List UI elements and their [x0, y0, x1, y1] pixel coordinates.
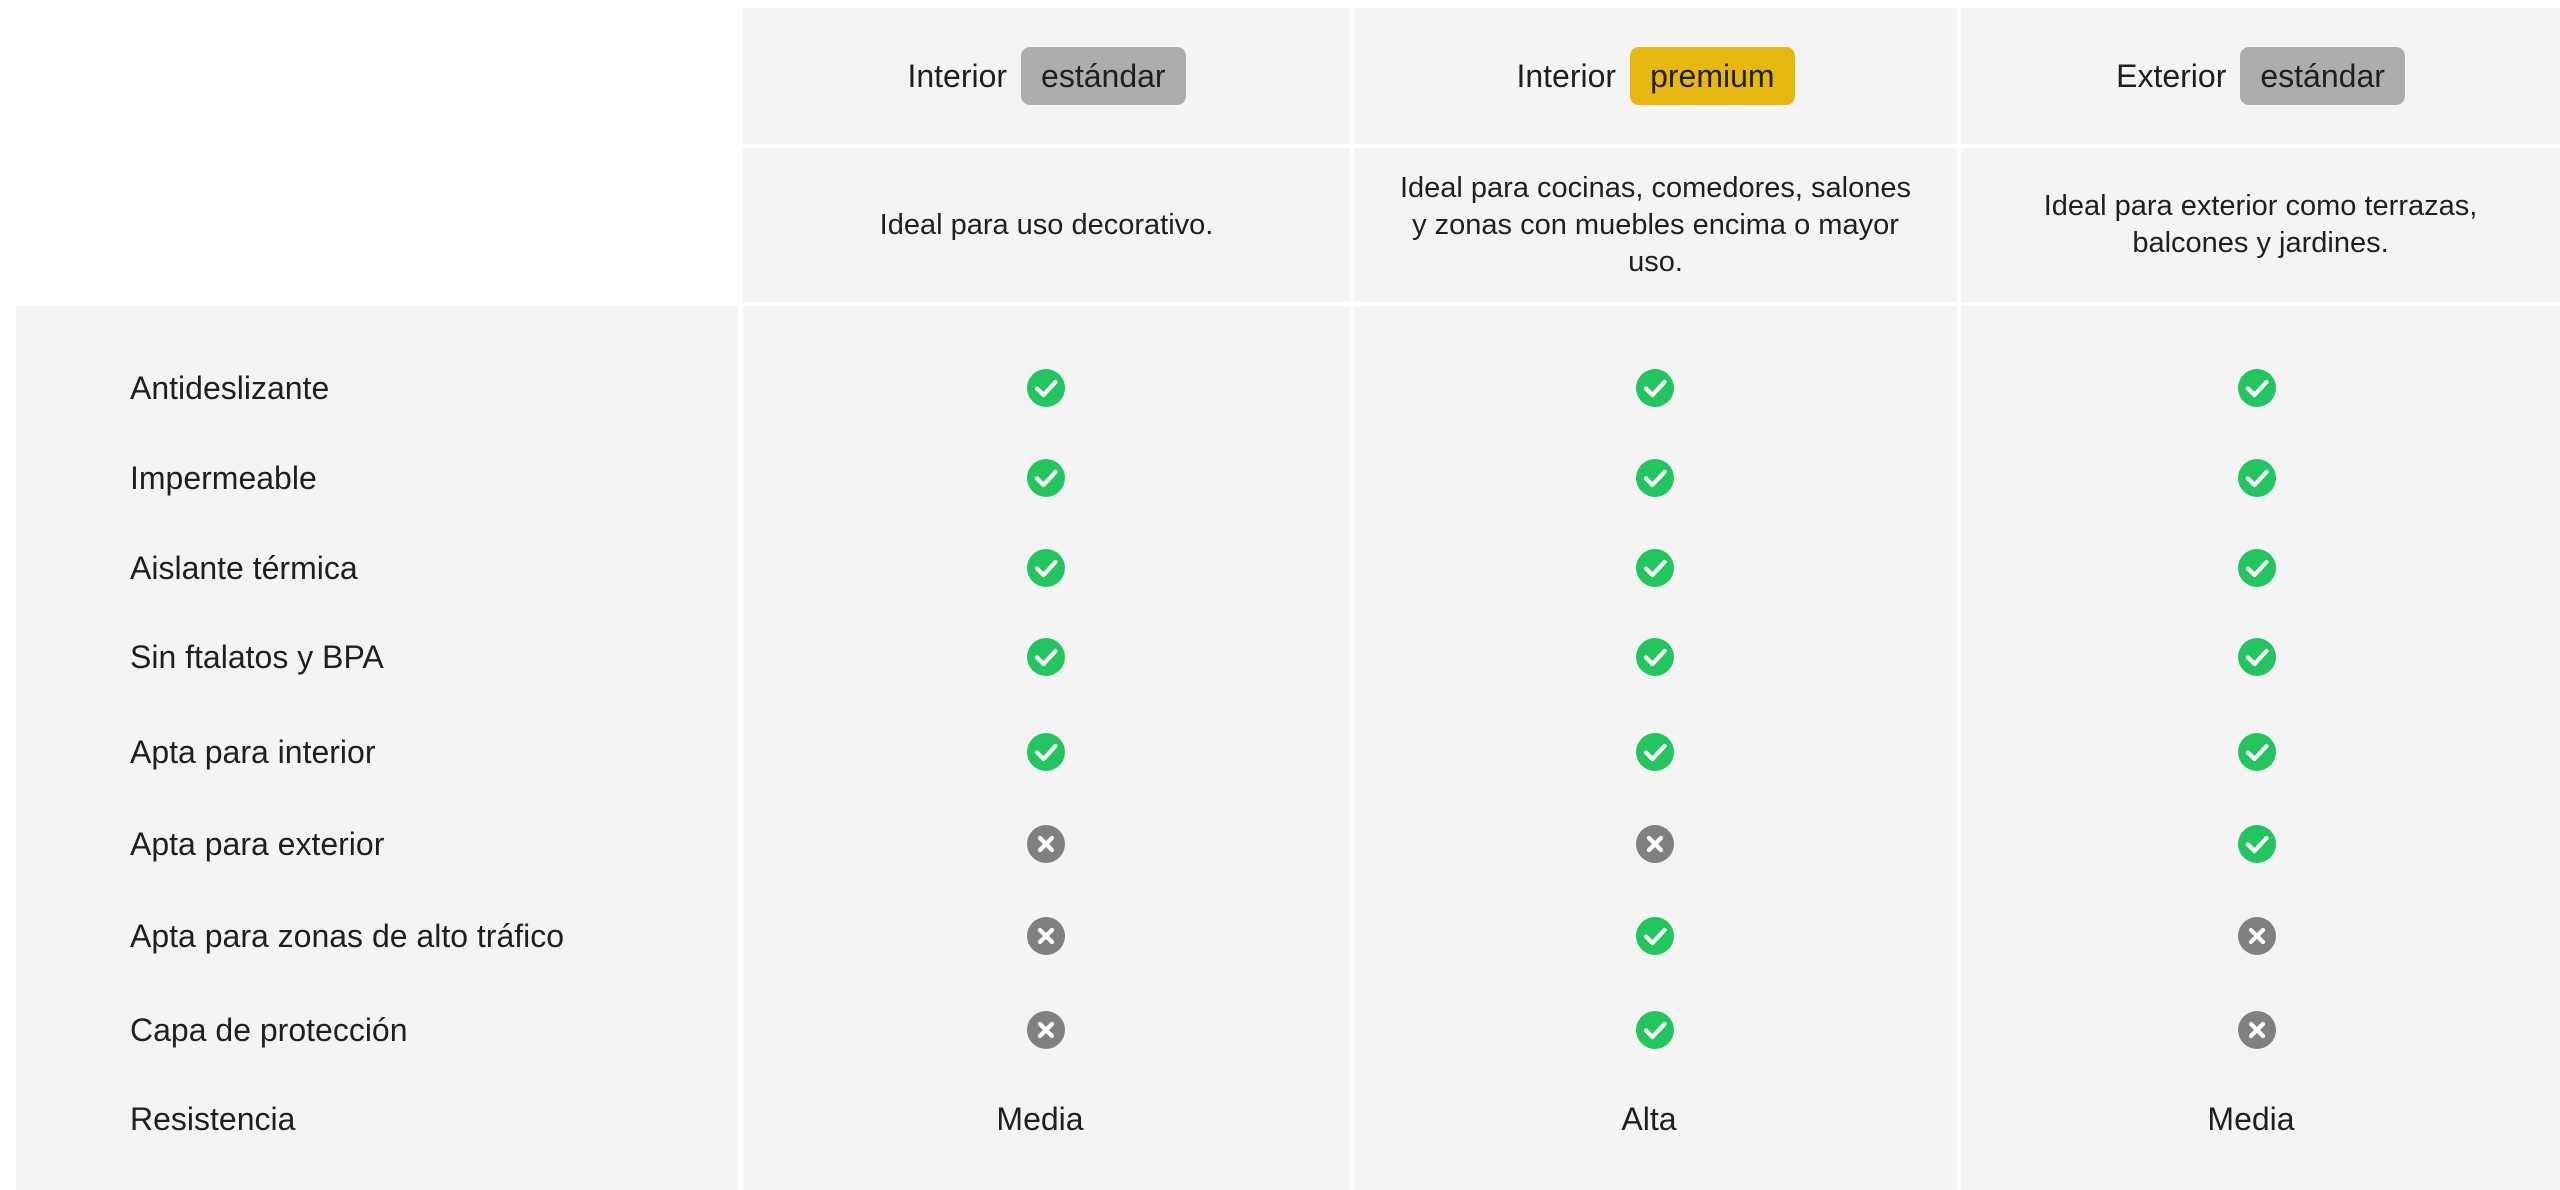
- check-circle-icon: [1026, 458, 1066, 498]
- resistance-value: Alta: [1621, 1101, 1677, 1137]
- x-circle-icon: [2237, 916, 2277, 956]
- column-header: Interior premium: [1354, 8, 1957, 144]
- column-header: Interior estándar: [743, 8, 1350, 144]
- column-header-prefix: Exterior: [2116, 57, 2227, 94]
- x-circle-icon: [1635, 824, 1675, 864]
- x-circle-icon: [1026, 824, 1066, 864]
- check-circle-icon: [1635, 458, 1675, 498]
- feature-label: Aislante térmica: [130, 550, 358, 586]
- check-circle-icon: [1026, 368, 1066, 408]
- check-circle-icon: [1026, 548, 1066, 588]
- column-tag-badge: estándar: [2240, 47, 2405, 105]
- column-tag-badge: estándar: [1021, 47, 1186, 105]
- check-circle-icon: [2237, 368, 2277, 408]
- check-circle-icon: [1635, 637, 1675, 677]
- column-description: Ideal para exterior como terrazas, balco…: [1961, 148, 2560, 302]
- column-header-prefix: Interior: [907, 57, 1008, 94]
- resistance-value: Media: [2207, 1101, 2295, 1137]
- check-circle-icon: [1635, 1010, 1675, 1050]
- column-description-text: Ideal para uso decorativo.: [879, 208, 1214, 241]
- resistance-value: Media: [996, 1101, 1084, 1137]
- check-circle-icon: [1635, 916, 1675, 956]
- check-circle-icon: [1635, 548, 1675, 588]
- check-circle-icon: [2237, 548, 2277, 588]
- feature-label: Sin ftalatos y BPA: [130, 639, 384, 675]
- check-circle-icon: [2237, 458, 2277, 498]
- column-header-prefix: Interior: [1516, 57, 1617, 94]
- feature-label: Impermeable: [130, 460, 317, 496]
- feature-label: Apta para zonas de alto tráfico: [130, 918, 565, 954]
- check-circle-icon: [1026, 637, 1066, 677]
- check-circle-icon: [1635, 732, 1675, 772]
- resistance-label: Resistencia: [130, 1101, 296, 1137]
- column-header: Exterior estándar: [1961, 8, 2560, 144]
- column-description-text: Ideal para exterior como terrazas, balco…: [2043, 190, 2478, 259]
- feature-label: Antideslizante: [130, 370, 330, 406]
- column-description-text: Ideal para cocinas, comedores, salones y…: [1399, 171, 1911, 278]
- check-circle-icon: [2237, 637, 2277, 677]
- x-circle-icon: [2237, 1010, 2277, 1050]
- x-circle-icon: [1026, 1010, 1066, 1050]
- check-circle-icon: [1635, 368, 1675, 408]
- check-circle-icon: [2237, 732, 2277, 772]
- x-circle-icon: [1026, 916, 1066, 956]
- check-circle-icon: [2237, 824, 2277, 864]
- feature-label: Apta para exterior: [130, 826, 385, 862]
- column-description: Ideal para cocinas, comedores, salones y…: [1354, 148, 1957, 302]
- column-tag-badge: premium: [1630, 47, 1795, 105]
- column-description: Ideal para uso decorativo.: [743, 148, 1350, 302]
- check-circle-icon: [1026, 732, 1066, 772]
- feature-label-column: [16, 306, 738, 1190]
- feature-label: Capa de protección: [130, 1012, 408, 1048]
- feature-label: Apta para interior: [130, 734, 376, 770]
